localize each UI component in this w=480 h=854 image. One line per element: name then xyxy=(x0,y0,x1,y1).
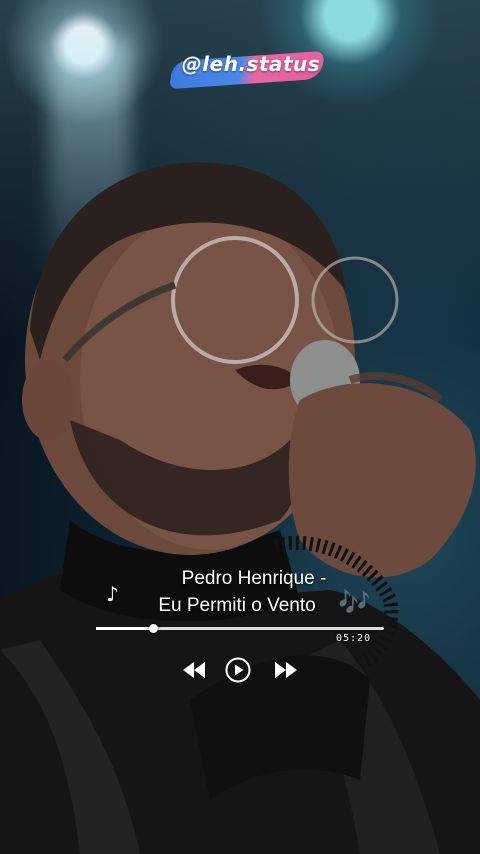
music-player-overlay: ♪ Pedro Henrique - Eu Permiti o Vento 🎶 … xyxy=(0,0,480,854)
fast-forward-icon xyxy=(275,662,297,678)
play-icon xyxy=(225,657,251,683)
rewind-button[interactable] xyxy=(181,656,207,684)
fast-forward-button[interactable] xyxy=(273,656,299,684)
track-time: 05:20 xyxy=(336,633,372,644)
music-notes-icon: 🎶 xyxy=(338,588,371,618)
progress-knob[interactable] xyxy=(149,624,159,633)
track-artist: Pedro Henrique - xyxy=(181,568,327,589)
progress-fill xyxy=(96,627,154,630)
rewind-icon xyxy=(183,662,205,678)
play-button[interactable] xyxy=(224,656,252,684)
track-title: Eu Permiti o Vento xyxy=(158,595,316,616)
progress-bar[interactable] xyxy=(96,624,384,633)
